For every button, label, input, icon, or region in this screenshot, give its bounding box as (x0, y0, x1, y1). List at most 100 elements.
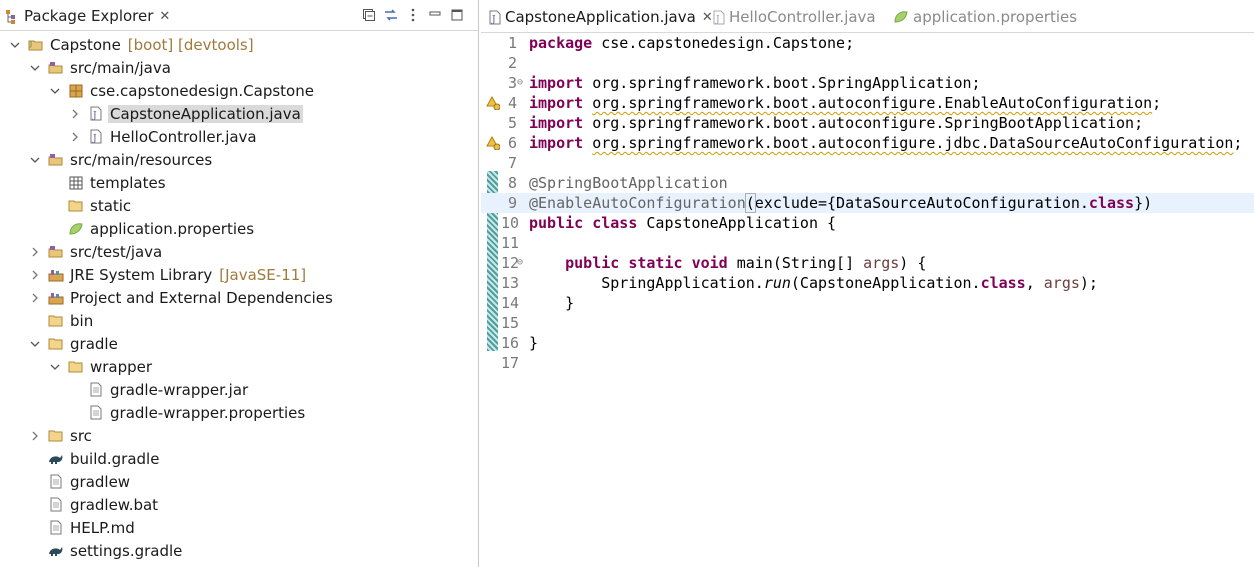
chevron-right-icon[interactable] (68, 130, 82, 144)
source-folder-icon (48, 152, 64, 168)
minimize-icon[interactable] (424, 5, 446, 25)
tree-item[interactable]: gradle (28, 332, 120, 355)
svg-text:J: J (92, 111, 97, 121)
file-icon (88, 382, 104, 398)
source-folder-icon (48, 60, 64, 76)
chevron-right-icon[interactable] (28, 245, 42, 259)
package-explorer-tab[interactable]: Package Explorer ✕ (4, 4, 170, 28)
tree-item[interactable]: bin (28, 309, 95, 332)
explorer-title: Package Explorer (24, 7, 154, 25)
editor-tab-application-properties[interactable]: application.properties (893, 4, 1077, 30)
editor-tab-capstoneapplication[interactable]: J CapstoneApplication.java ✕ (489, 4, 713, 30)
tree-item[interactable]: JRE System Library [JavaSE-11] (28, 263, 306, 286)
fold-collapse-icon[interactable]: ⊖ (517, 253, 525, 273)
tree-item-label: gradle-wrapper.jar (110, 380, 249, 399)
tree-item-decoration: [boot] [devtools] (127, 35, 254, 54)
chevron-down-icon[interactable] (28, 61, 42, 75)
tree-item[interactable]: templates (48, 171, 168, 194)
folder-icon (48, 313, 64, 329)
code-line-15: 15 (501, 314, 520, 332)
source-folder-icon (48, 244, 64, 260)
tree-item[interactable]: static (48, 194, 133, 217)
tree-item[interactable]: application.properties (48, 217, 256, 240)
chevron-down-icon[interactable] (28, 337, 42, 351)
tree-item-label: gradlew.bat (70, 495, 159, 514)
tree-item[interactable]: J CapstoneApplication.java (68, 102, 303, 125)
tree-item-label: application.properties (90, 219, 255, 238)
tree-item-label: build.gradle (70, 449, 160, 468)
leaf-icon (893, 10, 909, 24)
tree-item[interactable]: Project and External Dependencies (28, 286, 335, 309)
maximize-icon[interactable] (446, 5, 468, 25)
tree-item[interactable]: src/test/java (28, 240, 164, 263)
code-line-5: 5 import org.springframework.boot.autoco… (507, 114, 1144, 132)
java-file-icon: J (489, 10, 501, 25)
java-file-icon: J (713, 10, 725, 25)
tree-item[interactable]: HELP.md (28, 516, 137, 539)
tree-item-label: templates (90, 173, 166, 192)
chevron-down-icon[interactable] (48, 84, 62, 98)
tree-item[interactable]: gradle-wrapper.jar (68, 378, 250, 401)
tree-item-label: JRE System Library (70, 265, 213, 284)
collapse-all-icon[interactable] (358, 5, 380, 25)
view-menu-icon[interactable] (402, 5, 424, 25)
code-line-3: 3 ⊖ import org.springframework.boot.Spri… (507, 73, 981, 93)
code-line-6: 6 import org.springframework.boot.autoco… (507, 134, 1243, 152)
code-line-17: 17 (501, 354, 520, 372)
tree-item-label: settings.gradle (70, 541, 183, 560)
tree-item[interactable]: J Capstone [boot] [devtools] (8, 33, 254, 56)
chevron-down-icon[interactable] (8, 38, 22, 52)
folder-icon (68, 198, 84, 214)
tree-item[interactable]: J HelloController.java (68, 125, 259, 148)
tree-item[interactable]: settings.gradle (28, 539, 184, 562)
code-line-9: 9 @EnableAutoConfiguration(exclude={Data… (481, 193, 1254, 213)
tree-item-label: src/main/resources (70, 150, 213, 169)
chevron-down-icon[interactable] (48, 360, 62, 374)
code-line-12: 12 ⊖ public static void main(String[] ar… (501, 253, 927, 273)
tree-item-label: HELP.md (70, 518, 135, 537)
close-icon[interactable]: ✕ (159, 9, 170, 24)
code-line-2: 2 (507, 54, 517, 72)
close-icon[interactable]: ✕ (702, 10, 713, 25)
tree-item[interactable]: src/main/resources (28, 148, 214, 171)
java-file-icon: J (88, 129, 104, 145)
chevron-down-icon[interactable] (28, 153, 42, 167)
code-line-8: 8 @SpringBootApplication (507, 174, 728, 192)
chevron-right-icon[interactable] (28, 268, 42, 282)
chevron-right-icon[interactable] (68, 107, 82, 121)
code-line-14: 14 } (501, 294, 575, 312)
tree-item[interactable]: src (28, 424, 94, 447)
svg-text:J: J (715, 15, 720, 25)
chevron-right-icon[interactable] (28, 429, 42, 443)
tree-item-label: static (90, 196, 132, 215)
tree-item-decoration: [JavaSE-11] (219, 265, 307, 284)
tree-item[interactable]: build.gradle (28, 447, 161, 470)
editor-tab-hellocontroller[interactable]: J HelloController.java (713, 4, 876, 30)
link-with-editor-icon[interactable] (380, 5, 402, 25)
code-area[interactable]: 1 package cse.capstonedesign.Capstone; 2… (481, 33, 1254, 567)
project-icon: J (28, 37, 44, 53)
tab-label: HelloController.java (729, 8, 876, 26)
code-line-4: 4 import org.springframework.boot.autoco… (507, 94, 1162, 112)
tree-item[interactable]: gradlew.bat (28, 493, 160, 516)
tree-item[interactable]: gradle-wrapper.properties (68, 401, 307, 424)
gradle-icon (48, 451, 64, 467)
tree-item-label: Project and External Dependencies (70, 288, 333, 307)
folder-icon (48, 336, 64, 352)
tree-item[interactable]: gradlew (28, 470, 132, 493)
chevron-right-icon[interactable] (28, 291, 42, 305)
folder-icon (48, 428, 64, 444)
tree-item[interactable]: wrapper (48, 355, 154, 378)
tree-item[interactable]: src/main/java (28, 56, 173, 79)
tree-item[interactable]: cse.capstonedesign.Capstone (48, 79, 316, 102)
fold-collapse-icon[interactable]: ⊖ (517, 73, 525, 93)
